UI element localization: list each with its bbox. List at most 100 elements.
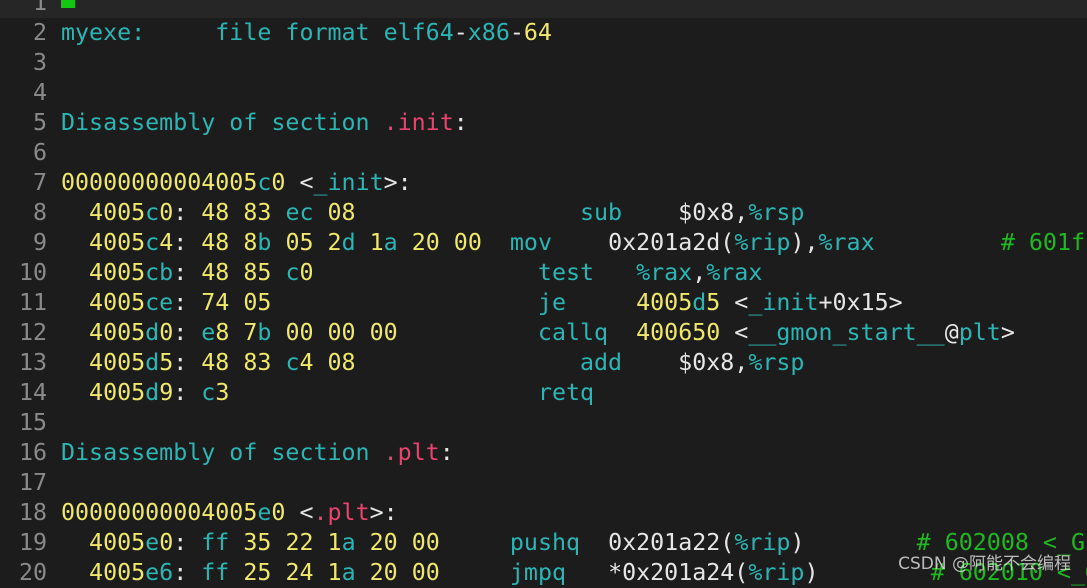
code-token: %rax bbox=[706, 259, 763, 286]
code-token: pushq bbox=[509, 529, 581, 556]
code-token: 4005 bbox=[61, 319, 146, 346]
code-token: 00000000004005 bbox=[61, 169, 258, 196]
code-token: 0 bbox=[271, 499, 286, 526]
code-token: c bbox=[285, 259, 300, 286]
code-token: : bbox=[439, 439, 454, 466]
code-line-15[interactable]: 15 bbox=[0, 408, 61, 438]
code-token: sub bbox=[580, 199, 623, 226]
code-token: a bbox=[341, 529, 356, 556]
code-line-11[interactable]: 11 4005ce: 74 05 je 4005d5 <_init+0x15> bbox=[0, 288, 903, 318]
line-number: 7 bbox=[32, 169, 47, 196]
code-token: 00 00 00 bbox=[271, 319, 398, 346]
code-token: d bbox=[692, 289, 707, 316]
line-number: 4 bbox=[32, 79, 47, 106]
code-token: .plt bbox=[313, 499, 370, 526]
code-token: e bbox=[145, 529, 160, 556]
code-line-9[interactable]: 9 4005c4: 48 8b 05 2d 1a 20 00 mov 0x201… bbox=[0, 228, 1087, 258]
code-token: mov bbox=[509, 229, 552, 256]
code-line-10[interactable]: 10 4005cb: 48 85 c0 test %rax,%rax bbox=[0, 258, 762, 288]
line-number: 16 bbox=[18, 439, 47, 466]
code-line-1[interactable]: 1 bbox=[0, 0, 1087, 18]
code-token: : bbox=[173, 529, 202, 556]
code-token: 20 00 bbox=[397, 229, 482, 256]
code-line-7[interactable]: 7 00000000004005c0 <_init>: bbox=[0, 168, 412, 198]
code-token: b bbox=[257, 319, 272, 346]
code-token: ce bbox=[145, 289, 174, 316]
code-token: 64 bbox=[523, 19, 552, 46]
code-line-18[interactable]: 18 00000000004005e0 <.plt>: bbox=[0, 498, 398, 528]
code-token: Disassembly of section bbox=[61, 109, 384, 136]
line-number: 18 bbox=[18, 499, 47, 526]
line-number: 12 bbox=[18, 319, 47, 346]
code-token: x86 bbox=[467, 19, 510, 46]
code-token: 48 83 bbox=[201, 349, 286, 376]
code-line-6[interactable]: 6 bbox=[0, 138, 61, 168]
code-token: d bbox=[145, 349, 160, 376]
code-token: .plt bbox=[383, 439, 440, 466]
code-token: - bbox=[509, 19, 524, 46]
code-token: 4005 bbox=[61, 229, 146, 256]
code-token: d bbox=[145, 319, 160, 346]
code-line-16[interactable]: 16 Disassembly of section .plt: bbox=[0, 438, 454, 468]
code-token: test bbox=[537, 259, 595, 286]
code-token: 4005 bbox=[61, 379, 146, 406]
code-token: callq bbox=[537, 319, 609, 346]
code-token: c bbox=[145, 229, 160, 256]
code-token: ), bbox=[790, 229, 819, 256]
code-token: : bbox=[173, 259, 202, 286]
code-token: 0x201a2d( bbox=[551, 229, 735, 256]
code-token: 4005 bbox=[61, 259, 146, 286]
code-token: 4005 bbox=[565, 289, 693, 316]
code-token: 4005 bbox=[61, 529, 146, 556]
code-token: : bbox=[173, 379, 202, 406]
code-line-3[interactable]: 3 bbox=[0, 48, 61, 78]
code-line-12[interactable]: 12 4005d0: e8 7b 00 00 00 callq 400650 <… bbox=[0, 318, 1015, 348]
code-token: c bbox=[201, 379, 216, 406]
code-line-14[interactable]: 14 4005d9: c3 retq bbox=[0, 378, 594, 408]
code-token: 08 bbox=[313, 199, 356, 226]
line-number: 3 bbox=[32, 49, 47, 76]
line-number: 1 bbox=[32, 0, 47, 16]
code-token: .init bbox=[383, 109, 454, 136]
code-token: < bbox=[285, 499, 314, 526]
terminal-view[interactable]: 1 2 myexe: file format elf64-x86-64 3 4 5 Disa… bbox=[0, 0, 1087, 586]
text-cursor bbox=[61, 0, 75, 8]
code-token: >: bbox=[369, 499, 398, 526]
code-token: a bbox=[341, 559, 356, 586]
code-token: 9 bbox=[159, 379, 174, 406]
code-line-17[interactable]: 17 bbox=[0, 468, 61, 498]
line-number: 9 bbox=[32, 229, 47, 256]
code-token: cb bbox=[145, 259, 174, 286]
code-line-5[interactable]: 5 Disassembly of section .init: bbox=[0, 108, 468, 138]
code-token: c bbox=[285, 349, 300, 376]
code-token: 4005 bbox=[61, 289, 146, 316]
code-line-2[interactable]: 2 myexe: file format elf64-x86-64 bbox=[0, 18, 552, 48]
code-line-4[interactable]: 4 bbox=[0, 78, 61, 108]
line-number: 2 bbox=[32, 19, 47, 46]
line-number: 8 bbox=[32, 199, 47, 226]
code-line-8[interactable]: 8 4005c0: 48 83 ec 08 sub $0x8,%rsp bbox=[0, 198, 804, 228]
code-token: ) bbox=[804, 559, 819, 586]
code-token: 74 05 bbox=[201, 289, 272, 316]
code-token: 400650 bbox=[608, 319, 721, 346]
code-token: 4005 bbox=[61, 559, 146, 586]
code-token: b bbox=[257, 229, 272, 256]
line-number: 5 bbox=[32, 109, 47, 136]
code-token: >: bbox=[383, 169, 412, 196]
code-token: ec bbox=[285, 199, 314, 226]
code-token: a bbox=[383, 229, 398, 256]
code-token: e bbox=[257, 499, 272, 526]
line-number: 10 bbox=[18, 259, 47, 286]
code-token: 20 00 bbox=[355, 529, 440, 556]
csdn-watermark: CSDN @阿能不会编程 bbox=[898, 554, 1071, 574]
code-token: d bbox=[145, 379, 160, 406]
code-token: : bbox=[173, 349, 202, 376]
code-token: : bbox=[173, 319, 202, 346]
code-line-13[interactable]: 13 4005d5: 48 83 c4 08 add $0x8,%rsp bbox=[0, 348, 804, 378]
code-token: ) bbox=[790, 529, 805, 556]
